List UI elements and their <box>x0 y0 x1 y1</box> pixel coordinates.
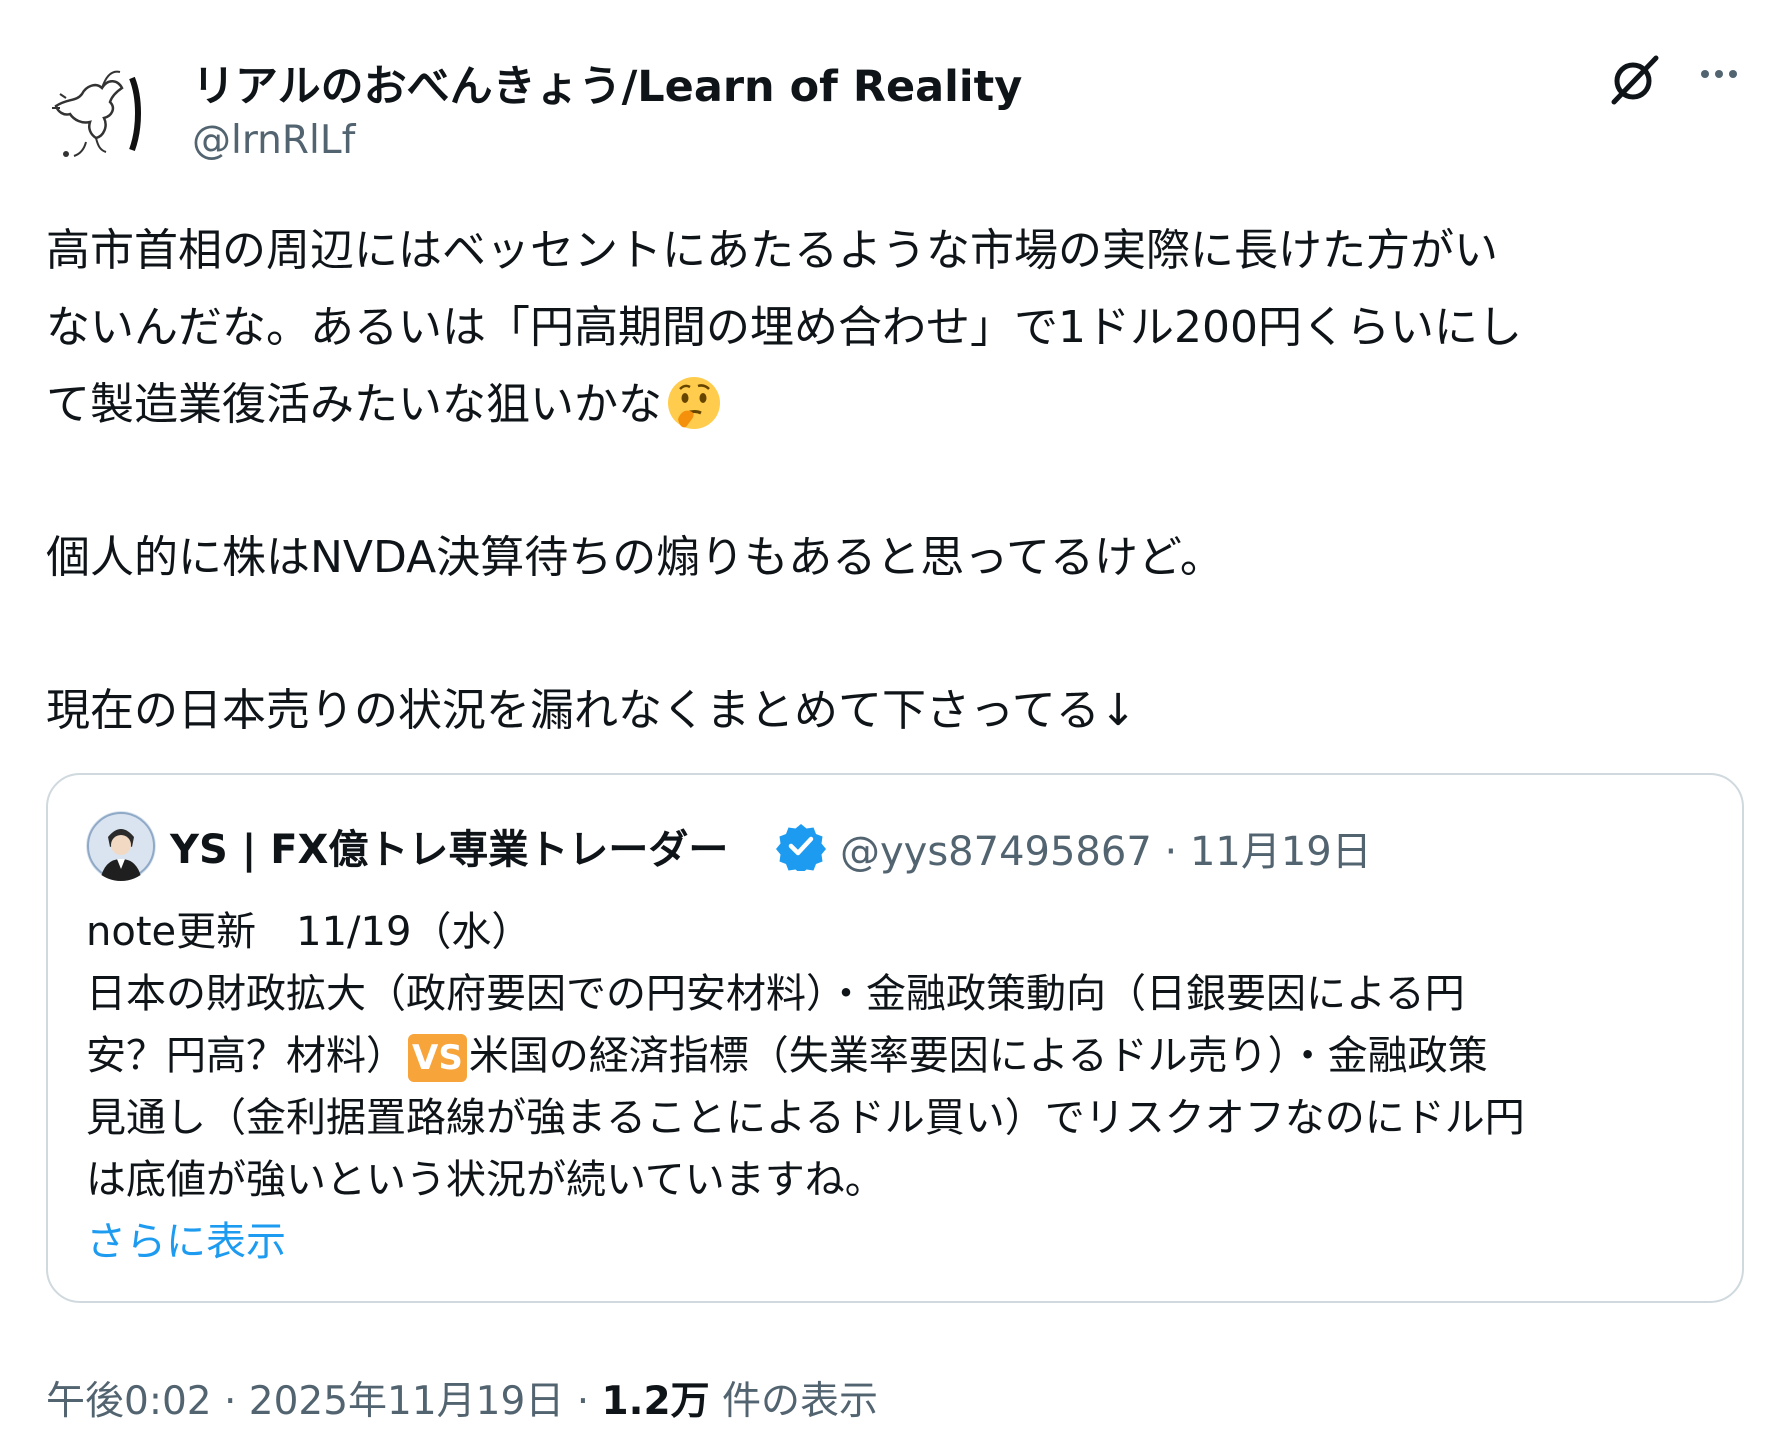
quote-author-avatar[interactable] <box>86 811 156 881</box>
tweet-header: リアルのおべんきょう/Learn of Reality @lrnRlLf <box>46 48 1746 168</box>
verified-badge-icon <box>776 821 826 874</box>
tweet-time[interactable]: 午後0:02 <box>46 1379 212 1424</box>
tweet-line: 高市首相の周辺にはベッセントにあたるような市場の実際に長けた方がい <box>46 225 1498 276</box>
quote-line: note更新 11/19（水） <box>86 909 532 955</box>
more-icon <box>1701 70 1737 78</box>
views-label[interactable]: 件の表示 <box>710 1379 878 1424</box>
quote-line-text: 安？円高？材料） <box>86 1033 406 1079</box>
bird-sketch-avatar-icon <box>52 70 141 157</box>
more-button[interactable] <box>1688 48 1750 110</box>
quote-author-handle[interactable]: @yys87495867 <box>840 829 1152 875</box>
quote-line: は底値が強いという状況が続いていますね。 <box>86 1157 885 1203</box>
grok-icon <box>1611 55 1659 105</box>
author-handle[interactable]: @lrnRlLf <box>192 118 355 163</box>
meta-separator: · <box>1164 829 1178 875</box>
quote-date[interactable]: 11月19日 <box>1190 829 1372 875</box>
tweet-line: ないんだな。あるいは「円高期間の埋め合わせ」で1ドル200円くらいにし <box>46 302 1522 353</box>
footer-separator: · <box>211 1379 249 1424</box>
person-avatar-icon <box>86 811 156 881</box>
quote-line: 日本の財政拡大（政府要因での円安材料）・金融政策動向（日銀要因による円 <box>86 971 1465 1017</box>
quote-author-name[interactable]: YS | FX億トレ専業トレーダー <box>170 817 728 875</box>
author-avatar[interactable] <box>46 58 166 178</box>
vs-emoji-icon: VS <box>408 1034 467 1082</box>
author-display-name[interactable]: リアルのおべんきょう/Learn of Reality <box>192 52 1022 114</box>
footer-separator: · <box>564 1379 602 1424</box>
show-more-link[interactable]: さらに表示 <box>86 1211 1706 1273</box>
tweet-line: 現在の日本売りの状況を漏れなくまとめて下さってる↓ <box>46 685 1137 736</box>
quote-line-text: 米国の経済指標（失業率要因によるドル売り）・金融政策 <box>468 1033 1488 1079</box>
thinking-face-emoji-icon <box>664 373 724 433</box>
views-count[interactable]: 1.2万 <box>602 1379 710 1424</box>
quote-line: 安？円高？材料） VS 米国の経済指標（失業率要因によるドル売り）・金融政策 <box>86 1025 1706 1087</box>
tweet-line-text: て製造業復活みたいな狙いかな <box>46 379 662 430</box>
tweet-line: て製造業復活みたいな狙いかな <box>46 366 1756 443</box>
tweet-date[interactable]: 2025年11月19日 <box>249 1379 565 1424</box>
quoted-tweet[interactable]: YS | FX億トレ専業トレーダー @yys87495867 · 11月19日 … <box>46 773 1744 1303</box>
quote-line: 見通し（金利据置路線が強まることによるドル買い）でリスクオフなのにドル円 <box>86 1095 1525 1141</box>
tweet-footer: 午後0:02 · 2025年11月19日 · 1.2万 件の表示 <box>46 1370 878 1426</box>
tweet-line: 個人的に株はNVDA決算待ちの煽りもあると思ってるけど。 <box>46 532 1224 583</box>
tweet-text: 高市首相の周辺にはベッセントにあたるような市場の実際に長けた方がい ないんだな。… <box>46 212 1756 749</box>
quote-text: note更新 11/19（水） 日本の財政拡大（政府要因での円安材料）・金融政策… <box>86 901 1706 1273</box>
quote-meta: @yys87495867 · 11月19日 <box>840 819 1372 877</box>
grok-button[interactable] <box>1604 48 1666 110</box>
